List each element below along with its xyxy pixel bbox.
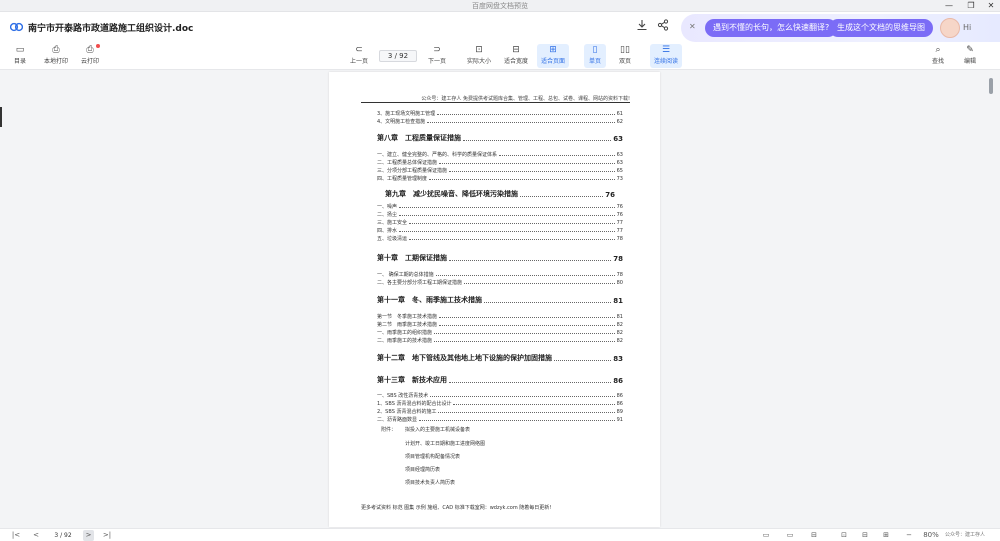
page-footer: 更多考试资料 标范 图集 示例 施组、CAD 标准下载室网：wdzyk.com … [361, 505, 552, 511]
header-rule [361, 102, 630, 103]
actual-size-icon: ⊡ [475, 45, 483, 55]
statusbar-view-icon[interactable]: ⊟ [808, 530, 820, 541]
continuous-read-button[interactable]: ☰ 连续阅读 [650, 44, 682, 68]
toc-row[interactable]: 二、沥青路面数显 91 [377, 416, 623, 423]
print-icon: ⎙ [52, 45, 60, 55]
last-page-button[interactable]: >| [100, 530, 114, 541]
page-number-input[interactable]: 3 / 92 [379, 50, 417, 62]
text-caret [0, 107, 2, 127]
chevron-left-icon: ⊂ [355, 45, 363, 55]
toc-row[interactable]: 三、施工安全 77 [377, 219, 623, 226]
toc-row[interactable]: 二、雨季施工的技术措施 82 [377, 337, 623, 344]
fit-page-icon: ⊞ [549, 45, 557, 55]
double-page-icon: ▯▯ [620, 45, 630, 55]
assistant-avatar[interactable] [940, 18, 960, 38]
single-page-icon: ▯ [592, 45, 598, 55]
toc-row[interactable]: 五、垃圾清运 78 [377, 235, 623, 242]
toc-icon: ▭ [15, 45, 25, 55]
toc-row[interactable]: 第二节 雨季施工技术措施 82 [377, 321, 623, 328]
running-header: 公众号：建工存人 免费提供考试题库合集、管理、工程、总包、试卷、课程、网站的资料… [421, 96, 630, 102]
double-page-button[interactable]: ▯▯ 双页 [614, 44, 636, 68]
statusbar-view-icon[interactable]: ▭ [784, 530, 796, 541]
assistant-greeting: Hi [963, 23, 972, 32]
status-page-indicator[interactable]: 3 / 92 [47, 530, 79, 541]
chevron-right-icon: ⊃ [433, 45, 441, 55]
search-icon: ⌕ [935, 45, 941, 55]
baidu-cloud-icon [10, 22, 23, 32]
pencil-icon: ✎ [966, 45, 974, 55]
download-icon[interactable] [635, 19, 649, 33]
watermark-text: 公众号：建工存人 [945, 532, 986, 538]
document-title: 南宁市开泰路市政道路施工组织设计.doc [28, 24, 194, 34]
toc-row[interactable]: 四、排水 77 [377, 227, 623, 234]
toolbar: ▭ 目录 ⎙ 本地打印 ⎙ 云打印 ⊂ 上一页 ⊃ 下一页 ⊡ 实际大小 ⊟ 适… [0, 42, 1000, 70]
translate-suggestion-button[interactable]: 遇到不懂的长句，怎么快速翻译? [705, 19, 838, 37]
toc-row[interactable]: 四、工程质量管理制度 73 [377, 175, 623, 182]
toc-row[interactable]: 1、SBS 沥青混合料的配合比设计 86 [377, 400, 623, 407]
find-button[interactable]: ⌕ 查找 [928, 44, 948, 68]
statusbar-view-icon[interactable]: ⊡ [838, 530, 850, 541]
prev-page-button[interactable]: ⊂ 上一页 [346, 44, 372, 68]
toc-chapter[interactable]: 第八章 工程质量保证措施 63 [377, 133, 623, 143]
next-page-small-button[interactable]: > [83, 530, 94, 541]
toc-row[interactable]: 二、扬尘 76 [377, 211, 623, 218]
toc-row[interactable]: 4、文明施工检查措施 62 [377, 118, 623, 125]
prev-page-small-button[interactable]: < [30, 530, 42, 541]
toc-chapter[interactable]: 第十二章 地下管线及其他地上地下设施的保护加固措施 83 [377, 353, 623, 363]
minimize-button[interactable]: — [940, 0, 958, 12]
continuous-icon: ☰ [661, 45, 671, 55]
ai-bar-close-icon[interactable]: ✕ [689, 22, 696, 31]
mindmap-suggestion-button[interactable]: 生成这个文档的思维导图 [829, 19, 933, 37]
cloud-print-badge [96, 44, 100, 48]
toc-chapter[interactable]: 第十章 工期保证措施 78 [377, 253, 623, 263]
attachment-item: 项目技术负责人简历表 [405, 480, 456, 486]
statusbar-view-icon[interactable]: ⊟ [859, 530, 871, 541]
attachment-item: 拟投入的主要施工机械设备表 [405, 427, 471, 433]
first-page-button[interactable]: |< [10, 530, 22, 541]
attachment-item: 项目管理机构配备情况表 [405, 454, 461, 460]
actual-size-button[interactable]: ⊡ 实际大小 [464, 44, 494, 68]
document-page: 公众号：建工存人 免费提供考试题库合集、管理、工程、总包、试卷、课程、网站的资料… [329, 72, 660, 527]
fit-page-button[interactable]: ⊞ 适合页面 [537, 44, 569, 68]
toc-row[interactable]: 二、各主要分部分项工程工期保证措施 80 [377, 279, 623, 286]
toc-chapter[interactable]: 第十一章 冬、雨季施工技术措施 81 [377, 295, 623, 305]
toc-row[interactable]: 第一节 冬季施工技术措施 81 [377, 313, 623, 320]
toc-row[interactable]: 一、噪声 76 [377, 203, 623, 210]
ai-assistant-bar: ✕ 遇到不懂的长句，怎么快速翻译? 生成这个文档的思维导图 Hi [681, 14, 1000, 42]
toc-row[interactable]: 一、SBS 改性沥青技术 86 [377, 392, 623, 399]
statusbar-view-icon[interactable]: ⊞ [880, 530, 892, 541]
title-bar: 百度网盘文档预览 — ❐ ✕ [0, 0, 1000, 12]
vertical-scrollbar[interactable] [988, 72, 996, 527]
toc-row[interactable]: 3、施工现场文明施工管理 61 [377, 110, 623, 117]
toc-chapter[interactable]: 第九章 减少扰民噪音、降低环境污染措施 76 [377, 189, 615, 199]
maximize-button[interactable]: ❐ [962, 0, 980, 12]
toc-row[interactable]: 一、 确保工期的总体措施 78 [377, 271, 623, 278]
single-page-button[interactable]: ▯ 单页 [584, 44, 606, 68]
fit-width-icon: ⊟ [512, 45, 520, 55]
zoom-out-icon[interactable]: − [903, 530, 915, 541]
statusbar-view-icon[interactable]: ▭ [760, 530, 772, 541]
local-print-button[interactable]: ⎙ 本地打印 [40, 44, 72, 68]
toc-row[interactable]: 2、SBS 沥青混合料的施工 89 [377, 408, 623, 415]
toc-chapter[interactable]: 第十三章 新技术应用 86 [377, 375, 623, 385]
close-button[interactable]: ✕ [982, 0, 1000, 12]
toc-row[interactable]: 一、雨季施工的组织措施 82 [377, 329, 623, 336]
next-page-button[interactable]: ⊃ 下一页 [424, 44, 450, 68]
fit-width-button[interactable]: ⊟ 适合宽度 [501, 44, 531, 68]
attachment-item: 项目经理简历表 [405, 467, 441, 473]
scrollbar-thumb[interactable] [989, 78, 993, 94]
share-icon[interactable] [656, 19, 670, 33]
toc-button[interactable]: ▭ 目录 [8, 44, 32, 68]
zoom-level[interactable]: 80% [920, 530, 942, 541]
toc-row[interactable]: 一、建立、健全完整的、严格的、科学的质量保证体系 63 [377, 151, 623, 158]
toc-row[interactable]: 三、分项分部工程质量保证措施 65 [377, 167, 623, 174]
app-title: 百度网盘文档预览 [472, 2, 528, 10]
attachment-item: 计划开、竣工日期和施工进度网络图 [405, 441, 486, 447]
edit-button[interactable]: ✎ 编辑 [960, 44, 980, 68]
attachments-label: 附件： [381, 427, 397, 433]
toc-row[interactable]: 二、工程质量总体保证措施 63 [377, 159, 623, 166]
status-bar: |< < 3 / 92 > >| ▭ ▭ ⊟ ⊡ ⊟ ⊞ − 80% 公众号：建… [0, 528, 1000, 541]
